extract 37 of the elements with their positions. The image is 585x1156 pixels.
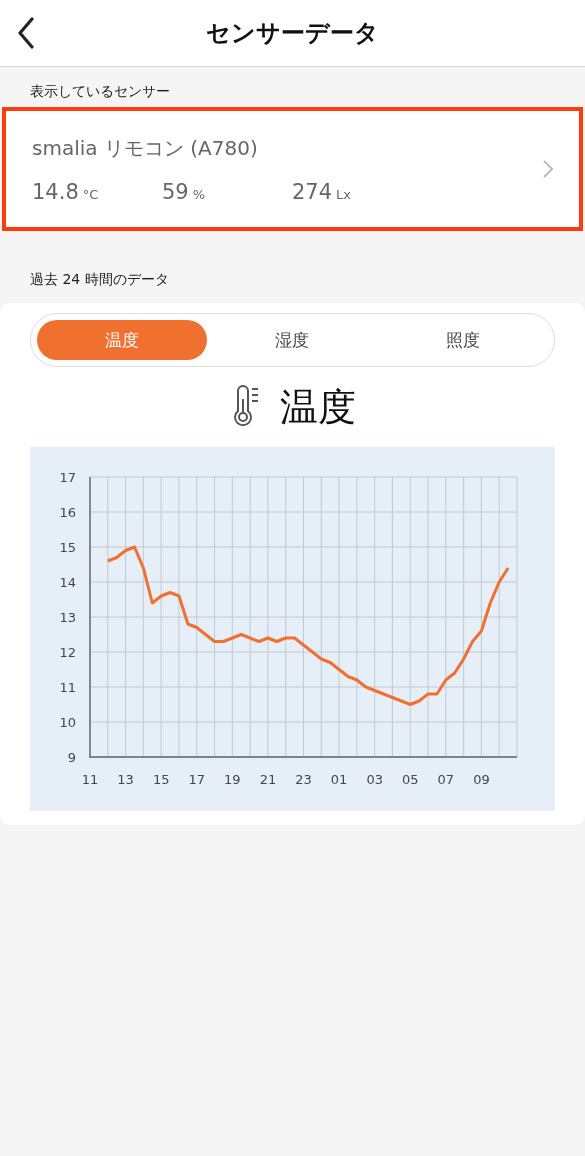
x-tick-label: 21 [259, 772, 277, 787]
y-tick-label: 17 [59, 470, 76, 485]
y-tick-label: 12 [59, 645, 76, 660]
y-tick-label: 11 [59, 680, 76, 695]
reading-value: 59 [162, 179, 189, 204]
chevron-right-icon [543, 160, 553, 178]
x-tick-label: 03 [366, 772, 383, 787]
reading-value: 274 [292, 179, 333, 204]
y-tick-label: 13 [59, 610, 76, 625]
tab[interactable]: 照度 [377, 320, 548, 360]
reading-unit: °C [82, 186, 99, 202]
x-tick-label: 09 [473, 772, 490, 787]
section-label: 過去 24 時間のデータ [29, 270, 170, 289]
y-tick-label: 16 [59, 505, 76, 520]
sensor-name: smalia リモコン (A780) [32, 134, 259, 162]
y-tick-label: 9 [67, 750, 76, 765]
x-tick-label: 23 [295, 772, 312, 787]
y-tick-label: 15 [59, 540, 76, 555]
x-tick-label: 05 [402, 772, 419, 787]
page-title: センサーデータ [206, 18, 379, 49]
reading-unit: % [192, 186, 206, 202]
x-tick-label: 07 [437, 772, 455, 787]
tab[interactable]: 湿度 [207, 320, 378, 360]
x-tick-label: 15 [152, 772, 170, 787]
y-tick-label: 14 [59, 575, 76, 590]
reading-unit: Lx [336, 186, 352, 202]
x-tick-label: 13 [117, 772, 134, 787]
section-label: 表示しているセンサー [29, 82, 171, 101]
chart-heading: 温度 [279, 383, 356, 431]
reading-value: 14.8 [32, 179, 79, 204]
back-icon [17, 17, 35, 49]
sensor-card[interactable]: smalia リモコン (A780) 14.8 °C 59 % 274 Lx [2, 107, 583, 231]
y-tick-label: 10 [59, 715, 76, 730]
x-tick-label: 01 [330, 772, 348, 787]
x-tick-label: 17 [188, 772, 205, 787]
x-tick-label: 11 [81, 772, 99, 787]
x-tick-label: 19 [224, 772, 241, 787]
